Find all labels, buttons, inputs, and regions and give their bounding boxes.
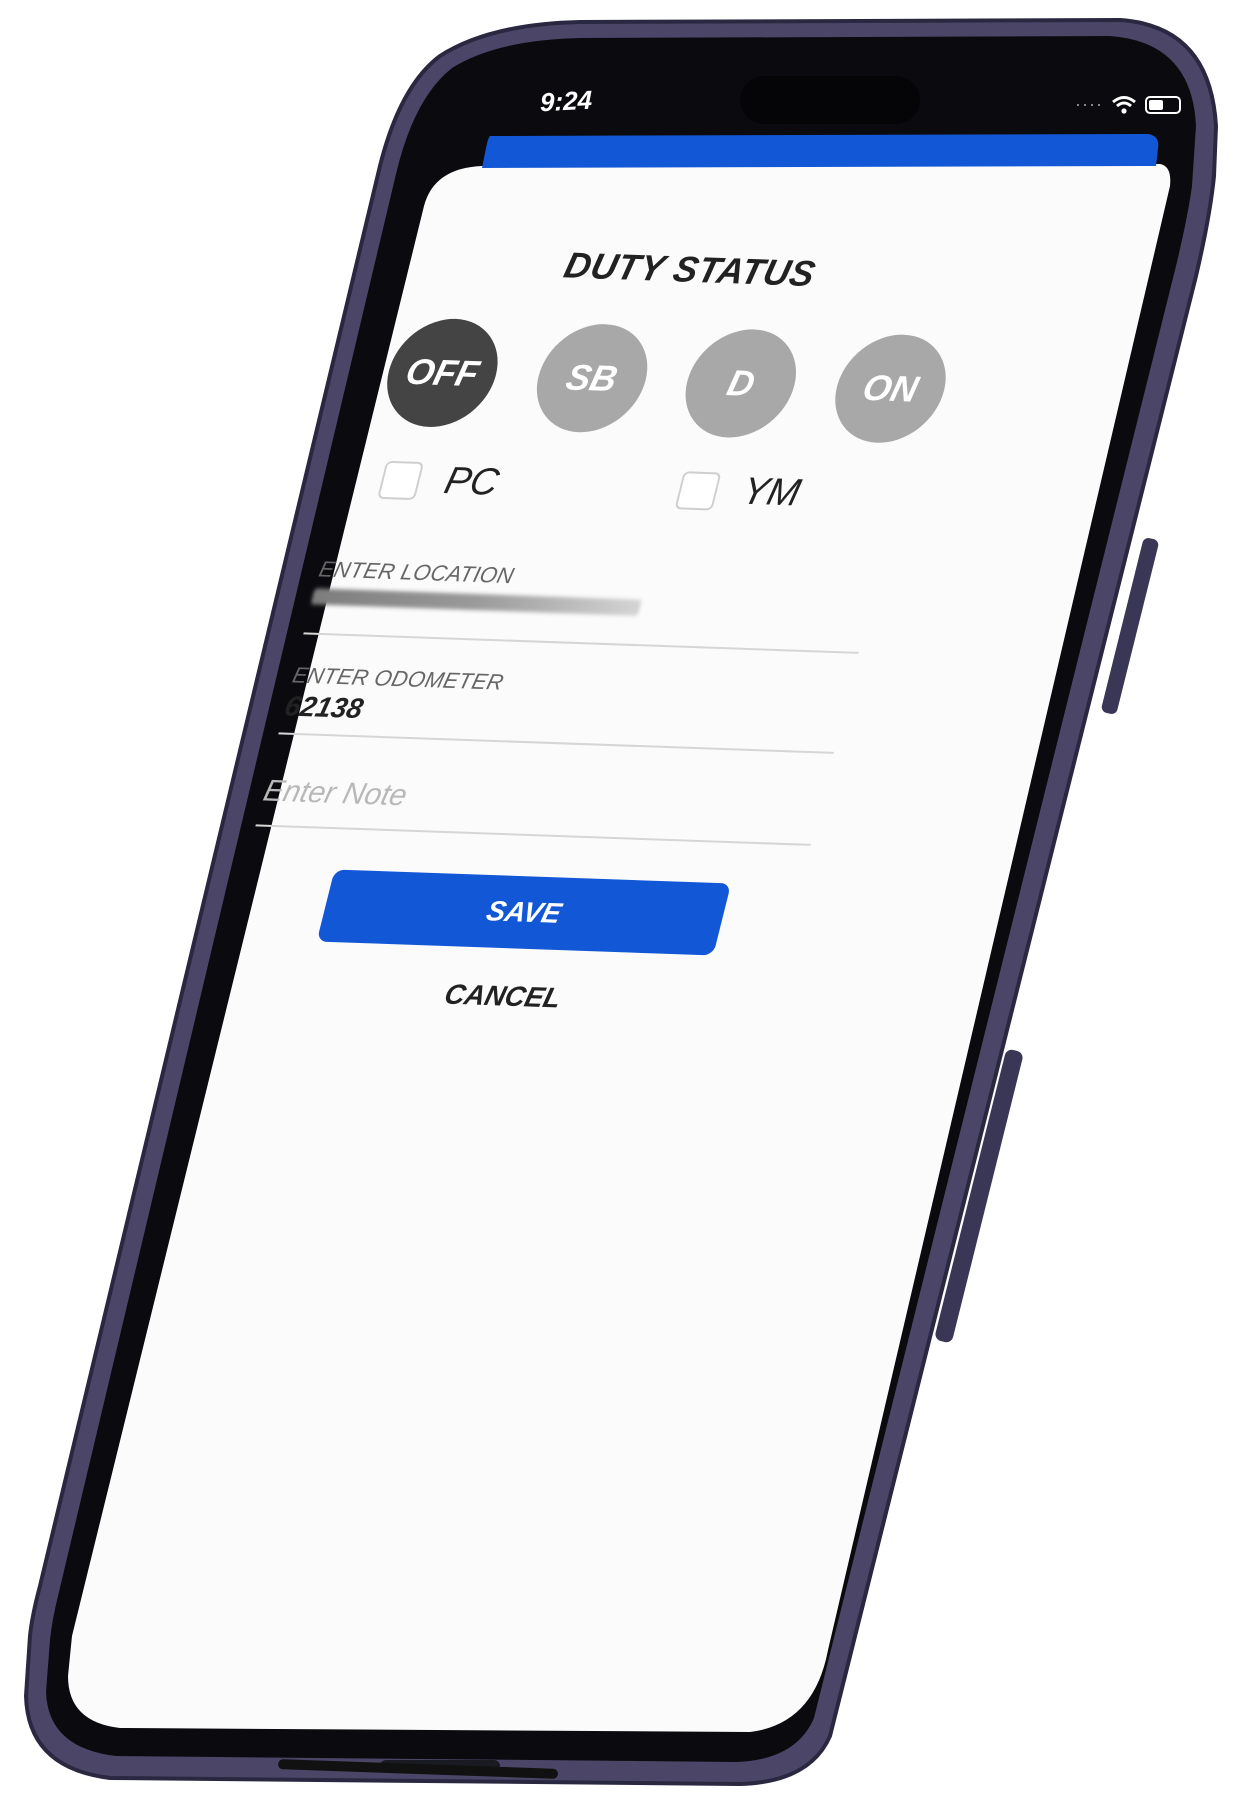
location-field[interactable]: ENTER LOCATION	[303, 556, 878, 654]
location-value-redacted	[310, 588, 642, 616]
status-bar-time: 9:24	[540, 84, 593, 118]
pc-checkbox[interactable]	[377, 460, 425, 500]
duty-status-options: OFF SB D ON	[375, 317, 958, 445]
wifi-icon	[1112, 95, 1136, 114]
signal-dots-icon: ····	[1075, 94, 1103, 114]
stage: 9:24 ···· DUTY STATUS OFF SB D ON PC YM …	[0, 0, 1254, 1802]
status-sb-button[interactable]: SB	[524, 322, 659, 435]
ym-checkbox[interactable]	[674, 470, 722, 511]
ym-option[interactable]: YM	[674, 468, 805, 515]
save-button[interactable]: SAVE	[316, 869, 732, 956]
cancel-button[interactable]: CANCEL	[399, 973, 607, 1020]
pc-option[interactable]: PC	[377, 458, 504, 505]
note-input[interactable]	[259, 766, 826, 828]
dialog-title: DUTY STATUS	[560, 244, 820, 295]
ym-label: YM	[737, 470, 805, 515]
phone-device: 9:24 ···· DUTY STATUS OFF SB D ON PC YM …	[20, 16, 1234, 1786]
status-on-button[interactable]: ON	[823, 332, 958, 445]
battery-icon	[1144, 95, 1181, 114]
note-field	[255, 766, 826, 846]
odometer-field[interactable]: ENTER ODOMETER 62138	[278, 662, 852, 754]
status-off-button[interactable]: OFF	[375, 317, 510, 429]
pc-label: PC	[440, 459, 504, 504]
status-d-button[interactable]: D	[674, 327, 809, 440]
status-bar-icons: ····	[1075, 94, 1181, 115]
